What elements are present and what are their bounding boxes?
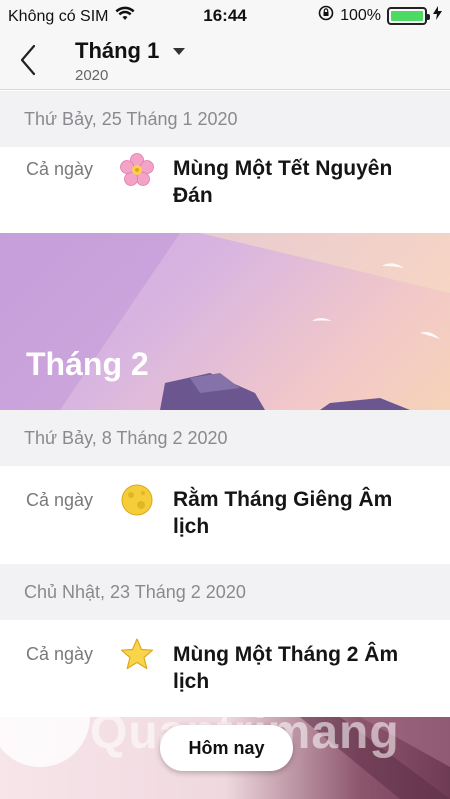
event-title: Rằm Tháng Giêng Âm lịch (173, 488, 393, 538)
month-banner: Tháng 2 (0, 233, 450, 410)
date-header: Chủ Nhật, 23 Tháng 2 2020 (0, 564, 450, 620)
date-header: Thứ Bảy, 25 Tháng 1 2020 (0, 91, 450, 147)
date-header: Thứ Bảy, 8 Tháng 2 2020 (0, 410, 450, 466)
event-title: Mùng Một Tháng 2 Âm lịch (173, 643, 399, 693)
charging-bolt-icon (433, 6, 442, 25)
event-row[interactable]: Cả ngày Rằm Tháng Giêng Âm lịch (0, 466, 450, 564)
caret-down-icon (173, 47, 186, 55)
allday-label: Cả ngày (26, 644, 94, 664)
today-button[interactable]: Hôm nay (160, 725, 293, 771)
cherry-blossom-icon (120, 153, 154, 187)
allday-label: Cả ngày (26, 490, 94, 510)
year-label: 2020 (75, 67, 109, 84)
month-picker[interactable]: Tháng 1 (75, 38, 186, 64)
back-button[interactable] (14, 40, 44, 80)
star-icon (120, 637, 154, 671)
nav-bar: Tháng 1 2020 (0, 30, 450, 90)
rotation-lock-icon (318, 5, 334, 26)
banner-month-title: Tháng 2 (26, 346, 149, 382)
chevron-left-icon (20, 44, 36, 76)
event-title: Mùng Một Tết Nguyên Đán (173, 157, 393, 207)
event-row[interactable]: Cả ngày Mùng Một Tết Nguyên Đán (0, 147, 450, 233)
event-row[interactable]: Cả ngày Mùng Một Tháng 2 Âm lịch (0, 620, 450, 717)
battery-icon (387, 6, 430, 25)
banner-illustration (0, 233, 450, 410)
allday-label: Cả ngày (26, 159, 94, 179)
status-right: 100% (318, 5, 442, 26)
full-moon-icon (120, 483, 154, 517)
battery-percent: 100% (340, 6, 381, 24)
status-bar: Không có SIM 16:44 100% (0, 0, 450, 30)
battery-fill (391, 10, 423, 21)
month-title: Tháng 1 (75, 38, 160, 63)
